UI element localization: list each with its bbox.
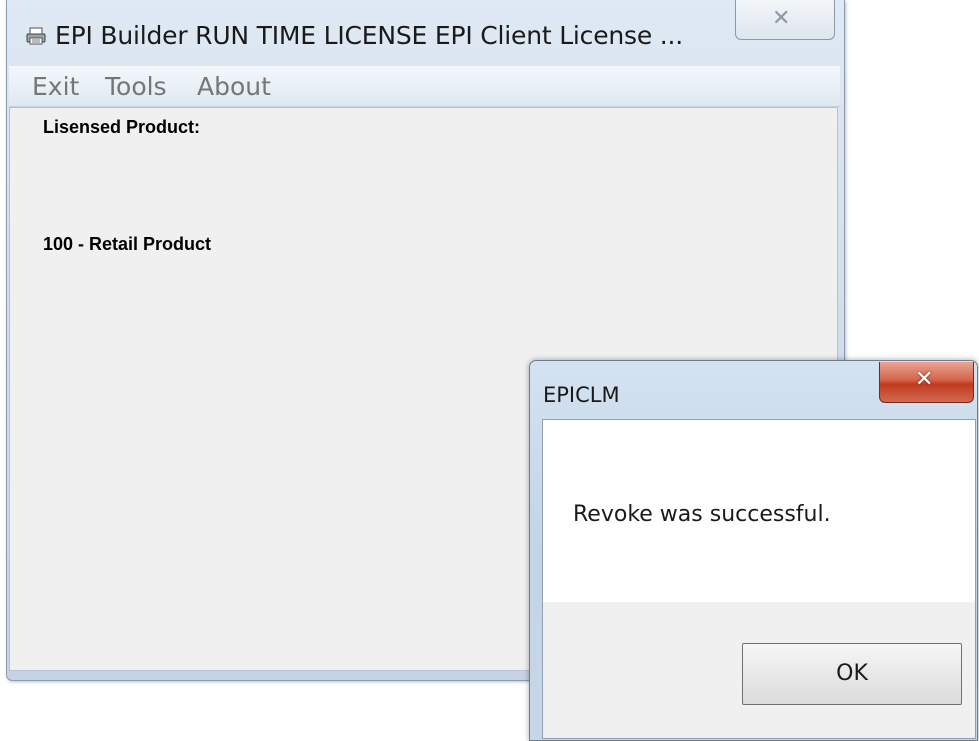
licensed-product-value: 100 - Retail Product bbox=[43, 234, 212, 254]
menu-exit[interactable]: Exit bbox=[32, 72, 79, 101]
ok-button[interactable]: OK bbox=[742, 643, 962, 705]
menu-tools[interactable]: Tools bbox=[105, 72, 167, 101]
dialog-body: Revoke was successful. OK bbox=[542, 419, 976, 739]
main-close-button[interactable]: ✕ bbox=[735, 0, 835, 40]
dialog-close-button[interactable]: ✕ bbox=[879, 362, 974, 403]
menu-bar: Exit Tools About bbox=[9, 66, 840, 107]
licensed-product-label: Lisensed Product: bbox=[43, 117, 201, 137]
close-icon: ✕ bbox=[772, 6, 791, 31]
dialog-message-area: Revoke was successful. bbox=[543, 420, 975, 602]
main-titlebar[interactable]: EPI Builder RUN TIME LICENSE EPI Client … bbox=[7, 0, 844, 62]
dialog-message: Revoke was successful. bbox=[573, 502, 831, 527]
window-title: EPI Builder RUN TIME LICENSE EPI Client … bbox=[55, 21, 684, 50]
menu-about[interactable]: About bbox=[197, 72, 271, 101]
close-icon: ✕ bbox=[915, 367, 934, 392]
dialog-title: EPICLM bbox=[543, 383, 620, 407]
printer-icon bbox=[26, 27, 46, 45]
message-dialog: EPICLM ✕ Revoke was successful. OK bbox=[529, 360, 978, 741]
